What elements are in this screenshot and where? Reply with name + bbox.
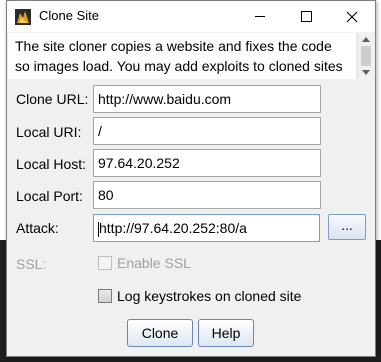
maximize-icon: [300, 11, 312, 22]
description-scrollbar[interactable]: [357, 33, 375, 79]
attack-browse-button[interactable]: ...: [328, 214, 366, 240]
maximize-button[interactable]: [283, 1, 329, 32]
clone-site-dialog: Clone Site The site cloner copies a webs…: [6, 0, 376, 357]
local-uri-input[interactable]: /: [93, 117, 321, 145]
description-line: so images load. You may add exploits to …: [15, 58, 343, 74]
attack-input-value: http://97.64.20.252:80/a: [99, 220, 247, 236]
close-button[interactable]: [329, 1, 375, 32]
scroll-thumb[interactable]: [361, 46, 371, 66]
local-host-label: Local Host:: [16, 156, 87, 172]
enable-ssl-checkbox[interactable]: [98, 256, 112, 270]
description-text-area[interactable]: The site cloner copies a website and fix…: [8, 33, 356, 79]
app-icon: [15, 9, 31, 25]
help-button[interactable]: Help: [198, 319, 254, 347]
minimize-button[interactable]: [237, 1, 283, 32]
scroll-up-arrow-icon[interactable]: [362, 37, 370, 42]
ssl-label: SSL:: [16, 256, 47, 272]
attack-input[interactable]: http://97.64.20.252:80/a: [93, 214, 320, 242]
local-port-input[interactable]: 80: [93, 181, 321, 209]
clone-button[interactable]: Clone: [127, 319, 193, 347]
description-line: The site cloner copies a website and fix…: [15, 38, 332, 54]
local-host-input[interactable]: 97.64.20.252: [93, 149, 321, 177]
log-keystrokes-checkbox[interactable]: [98, 289, 112, 303]
clone-url-label: Clone URL:: [16, 91, 89, 107]
close-icon: [346, 11, 358, 22]
local-uri-label: Local URI:: [16, 124, 82, 140]
clone-url-input[interactable]: http://www.baidu.com: [93, 85, 321, 113]
log-keystrokes-label: Log keystrokes on cloned site: [117, 288, 302, 304]
minimize-icon: [255, 16, 265, 17]
scroll-down-arrow-icon[interactable]: [362, 70, 370, 75]
attack-label: Attack:: [16, 220, 59, 236]
window-title: Clone Site: [39, 8, 99, 23]
local-port-label: Local Port:: [16, 188, 83, 204]
title-bar[interactable]: Clone Site: [7, 1, 375, 32]
enable-ssl-label: Enable SSL: [117, 255, 191, 271]
